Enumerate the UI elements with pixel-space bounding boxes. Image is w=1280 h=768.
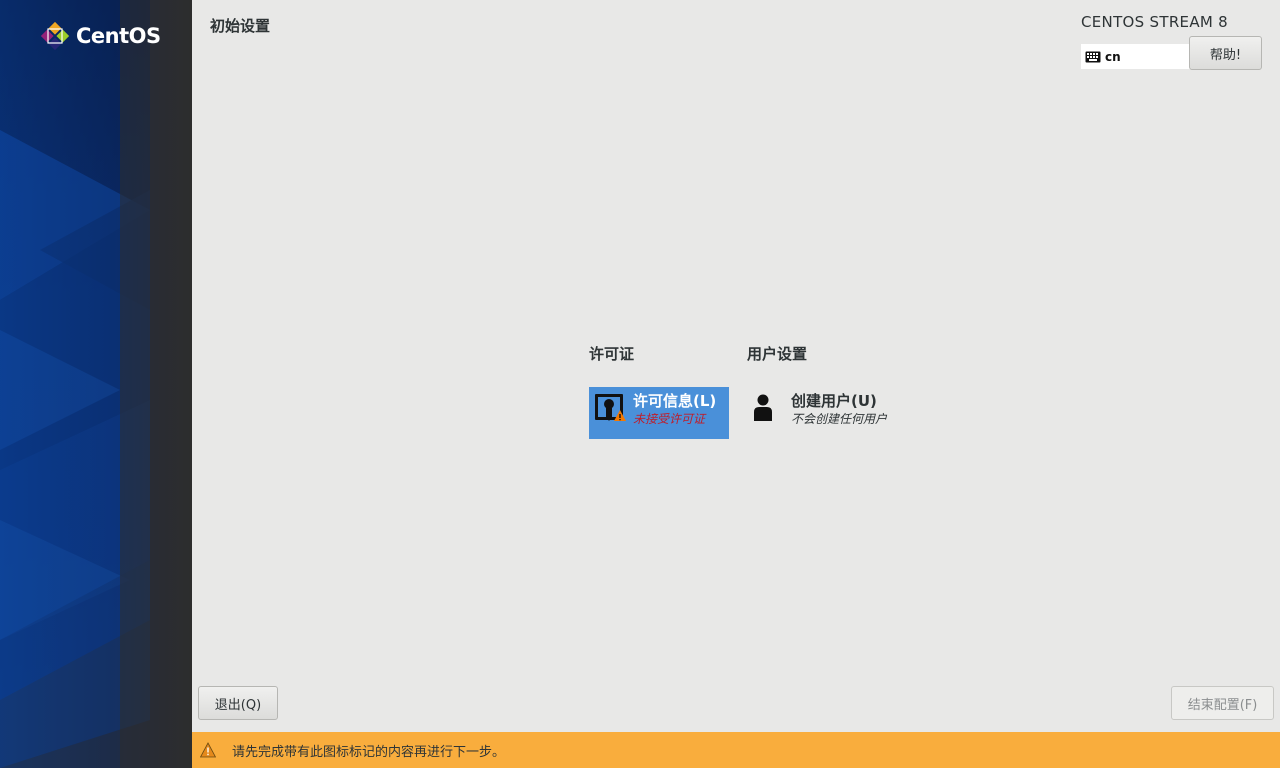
finish-configuration-button[interactable]: 结束配置(F) (1171, 686, 1274, 720)
sidebar: CentOS (0, 0, 192, 768)
section-title-license: 许可证 (589, 345, 635, 363)
section-title-user-settings: 用户设置 (747, 345, 808, 363)
warning-icon (200, 742, 216, 758)
warning-bar: 请先完成带有此图标标记的内容再进行下一步。 (192, 732, 1280, 768)
centos-logo-icon (40, 21, 70, 51)
logo-text: CentOS (76, 24, 161, 48)
license-warning-icon (595, 394, 626, 421)
user-icon (754, 394, 772, 421)
page-title: 初始设置 (210, 17, 271, 35)
quit-button[interactable]: 退出(Q) (198, 686, 278, 720)
sidebar-background (0, 0, 192, 768)
keyboard-layout-indicator[interactable]: cn (1081, 44, 1193, 69)
spoke-user-status: 不会创建任何用户 (791, 412, 888, 426)
keyboard-icon (1085, 51, 1101, 62)
product-name: CENTOS STREAM 8 (1081, 13, 1229, 31)
centos-logo: CentOS (39, 20, 161, 52)
spoke-user-title: 创建用户(U) (791, 392, 877, 410)
spoke-license-text: 许可信息(L) 未接受许可证 (633, 391, 716, 427)
spoke-license-title: 许可信息(L) (633, 392, 717, 410)
spoke-user-text: 创建用户(U) 不会创建任何用户 (791, 391, 887, 427)
help-button[interactable]: 帮助! (1189, 36, 1262, 70)
keyboard-layout-label: cn (1105, 49, 1121, 64)
spoke-license-status: 未接受许可证 (633, 412, 706, 426)
spoke-create-user[interactable]: 创建用户(U) 不会创建任何用户 (747, 387, 907, 439)
spoke-license-information[interactable]: 许可信息(L) 未接受许可证 (589, 387, 729, 439)
initial-setup-window: CentOS 初始设置 CENTOS STREAM 8 cn 帮助! 许可证 许… (0, 0, 1280, 768)
main-content: 初始设置 CENTOS STREAM 8 cn 帮助! 许可证 许可信息(L) … (192, 0, 1280, 732)
warning-text: 请先完成带有此图标标记的内容再进行下一步。 (232, 744, 506, 760)
